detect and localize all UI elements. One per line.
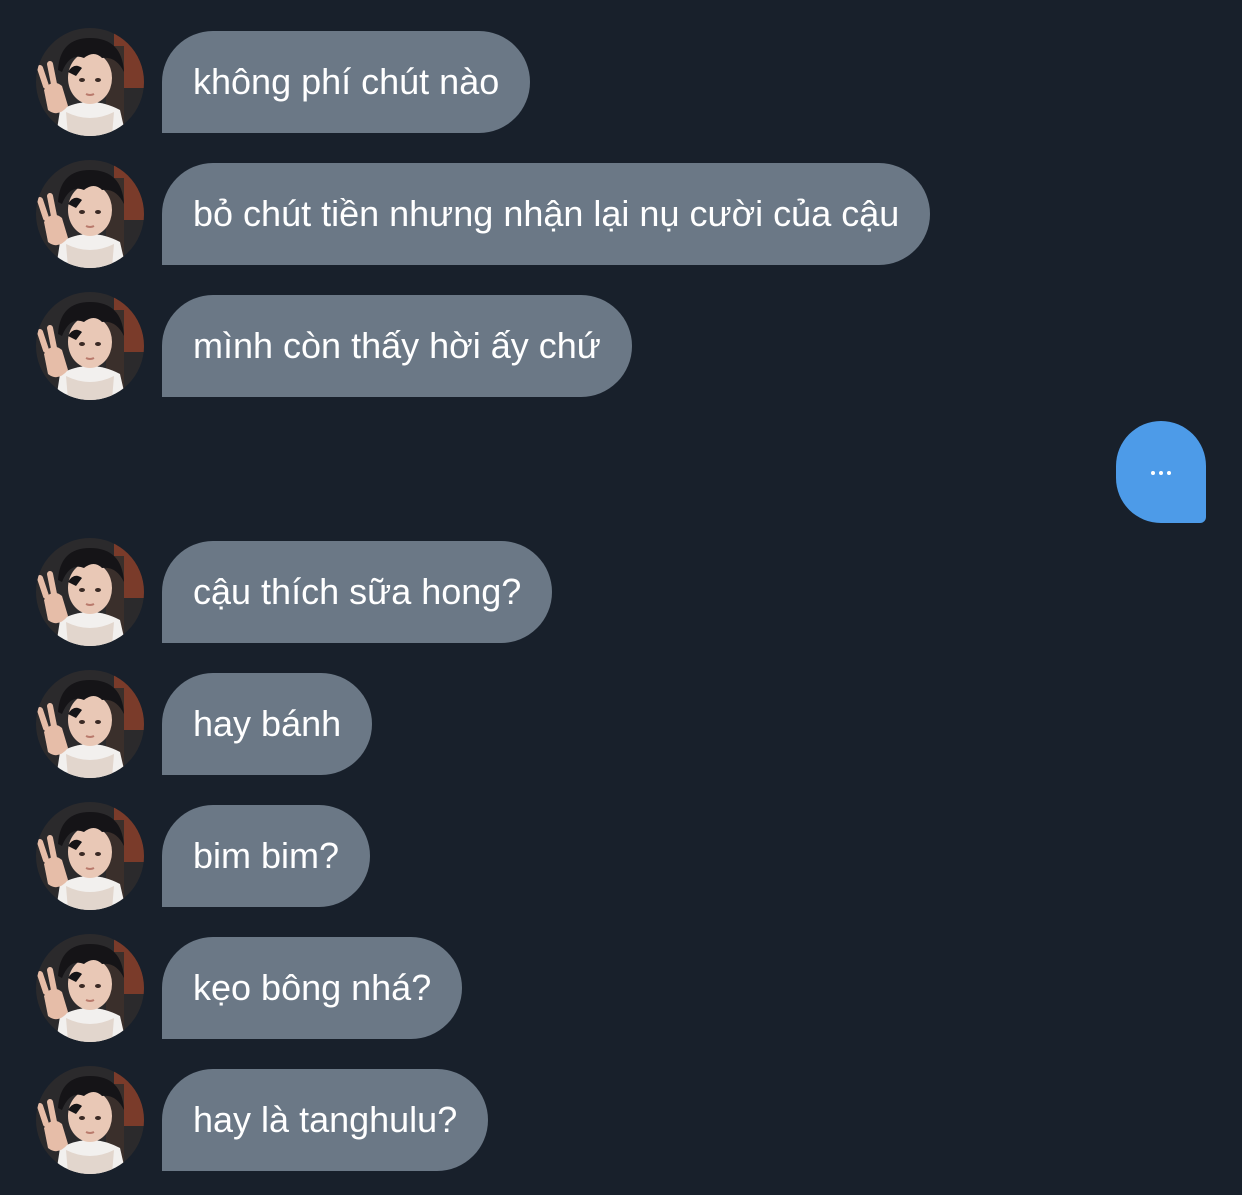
avatar[interactable] xyxy=(36,160,144,268)
message-row: hay là tanghulu? xyxy=(0,1069,1242,1171)
message-bubble[interactable]: hay bánh xyxy=(162,673,373,775)
message-bubble[interactable]: không phí chút nào xyxy=(162,31,531,133)
message-bubble[interactable]: bim bim? xyxy=(162,805,371,907)
avatar[interactable] xyxy=(36,538,144,646)
avatar[interactable] xyxy=(36,292,144,400)
message-bubble[interactable]: bỏ chút tiền nhưng nhận lại nụ cười của … xyxy=(162,163,931,265)
message-bubble[interactable]: kẹo bông nhá? xyxy=(162,937,463,1039)
message-bubble[interactable]: cậu thích sữa hong? xyxy=(162,541,553,643)
message-row: không phí chút nào xyxy=(0,31,1242,133)
avatar[interactable] xyxy=(36,802,144,910)
message-row: bim bim? xyxy=(0,805,1242,907)
message-row: cậu thích sữa hong? xyxy=(0,541,1242,643)
message-bubble[interactable]: hay là tanghulu? xyxy=(162,1069,489,1171)
message-row: mình còn thấy hời ấy chứ xyxy=(0,295,1242,397)
message-bubble[interactable]: mình còn thấy hời ấy chứ xyxy=(162,295,632,397)
typing-dots-icon xyxy=(1151,471,1171,475)
avatar[interactable] xyxy=(36,28,144,136)
message-row: kẹo bông nhá? xyxy=(0,937,1242,1039)
message-row: hay bánh xyxy=(0,673,1242,775)
avatar[interactable] xyxy=(36,670,144,778)
outgoing-message-bubble[interactable] xyxy=(1116,421,1206,523)
avatar[interactable] xyxy=(36,934,144,1042)
message-row: bỏ chút tiền nhưng nhận lại nụ cười của … xyxy=(0,163,1242,265)
avatar[interactable] xyxy=(36,1066,144,1174)
